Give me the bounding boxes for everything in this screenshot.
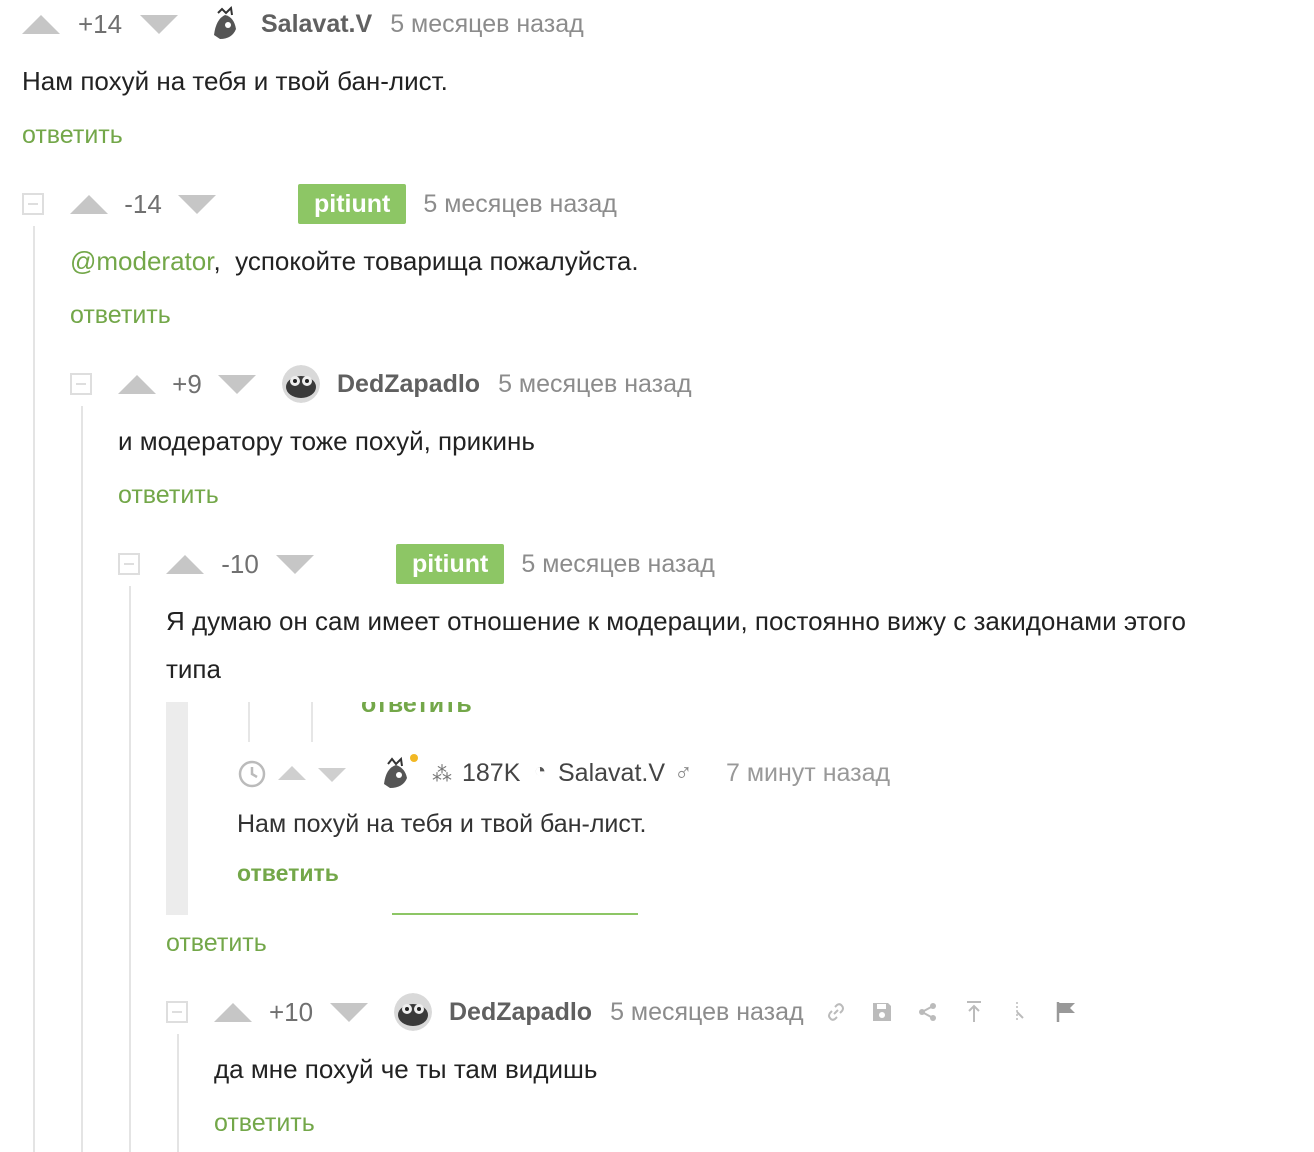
embed-online-dot [410,754,418,762]
comment-time[interactable]: 5 месяцев назад [423,190,617,219]
author-badge[interactable]: pitiunt [396,544,505,584]
comment-rating: +9 [172,368,202,399]
reply-button[interactable]: ответить [166,929,267,958]
comment-author[interactable]: DedZapadlo [449,998,592,1027]
comment-text: и модератору тоже похуй, прикинь [118,426,535,456]
thread-line-level-4 [177,1034,179,1152]
embed-text: Нам похуй на тебя и твой бан-лист. [237,810,647,838]
comment-text: да мне похуй че ты там видишь [214,1054,598,1084]
embed-left-bar [166,702,188,915]
embed-reply: ответить [237,860,339,886]
thread-line-level-2 [81,406,83,1152]
comment-time[interactable]: 5 месяцев назад [610,998,804,1027]
vote-down-icon[interactable] [276,554,314,574]
comment-text: Я думаю он сам имеет отношение к модерац… [166,606,1186,636]
comment-header: -10 pitiunt 5 месяцев назад [118,544,715,584]
comment-time[interactable]: 5 месяцев назад [498,370,692,399]
comment-rating: +14 [77,8,123,39]
comment-rating: +10 [268,996,314,1027]
avatar[interactable] [206,5,244,43]
embed-rating-icon: ⁂ [432,764,452,786]
embed-subscribe-icon: ◔ [534,760,547,782]
avatar[interactable] [394,993,432,1031]
embed-top-reply: ответить [361,702,472,718]
embedded-screenshot[interactable]: ответить ⁂ 187K ◔ Salavat.V ♂ 7 минут на… [166,702,898,915]
comment-time[interactable]: 5 месяцев назад [390,10,584,39]
mention-link[interactable]: @moderator [70,246,213,276]
comment-author[interactable]: DedZapadlo [337,370,480,399]
collapse-toggle[interactable] [70,373,92,395]
vote-up-icon[interactable] [214,1002,252,1022]
embed-vote-down-icon [318,768,346,782]
collapse-toggle[interactable] [118,553,140,575]
reply-button[interactable]: ответить [118,481,219,510]
comment-header: +9 DedZapadlo 5 месяцев назад [70,364,692,404]
comment-text-line2: типа [166,654,221,684]
vote-down-icon[interactable] [140,14,178,34]
comment-text-body: , успокойте товарища пожалуйста. [213,246,639,276]
vote-down-icon[interactable] [178,194,216,214]
embed-vote-up-icon [278,766,306,780]
embed-green-bar [392,913,638,915]
reply-button[interactable]: ответить [70,301,171,330]
embed-gender-icon: ♂ [674,759,693,787]
vote-down-icon[interactable] [218,374,256,394]
vote-up-icon[interactable] [22,14,60,34]
reply-button[interactable]: ответить [214,1109,315,1138]
comment-header: +10 DedZapadlo 5 месяцев назад [166,992,1080,1032]
collapse-toggle[interactable] [22,193,44,215]
vote-down-icon[interactable] [330,1002,368,1022]
vote-up-icon[interactable] [166,554,204,574]
comment-header: -14 pitiunt 5 месяцев назад [22,184,617,224]
thread-line-level-3 [129,586,131,1152]
comment-time[interactable]: 5 месяцев назад [521,550,715,579]
link-icon[interactable] [822,998,850,1026]
comment-text: Нам похуй на тебя и твой бан-лист. [22,66,448,96]
comment-author[interactable]: Salavat.V [261,10,372,39]
flag-icon[interactable] [1052,998,1080,1026]
branch-icon[interactable] [1006,998,1034,1026]
collapse-toggle[interactable] [166,1001,188,1023]
embed-avatar [378,756,414,797]
share-icon[interactable] [914,998,942,1026]
embed-author: Salavat.V [558,759,666,787]
comment-rating: -10 [221,548,259,579]
author-badge[interactable]: pitiunt [298,184,407,224]
embed-thread-line [248,702,250,742]
embed-time: 7 минут назад [726,759,891,787]
go-to-top-icon[interactable] [960,998,988,1026]
comment-header: +14 Salavat.V 5 месяцев назад [22,4,584,44]
comment-text: @moderator, успокойте товарища пожалуйст… [70,246,639,277]
avatar[interactable] [282,365,320,403]
vote-up-icon[interactable] [70,194,108,214]
save-icon[interactable] [868,998,896,1026]
embed-thread-line [311,702,313,742]
comment-rating: -14 [124,188,162,219]
thread-line-level-1 [33,226,35,1152]
embed-user-rating: 187K [462,759,521,787]
embed-clock-icon [238,760,266,793]
reply-button[interactable]: ответить [22,121,123,150]
vote-up-icon[interactable] [118,374,156,394]
